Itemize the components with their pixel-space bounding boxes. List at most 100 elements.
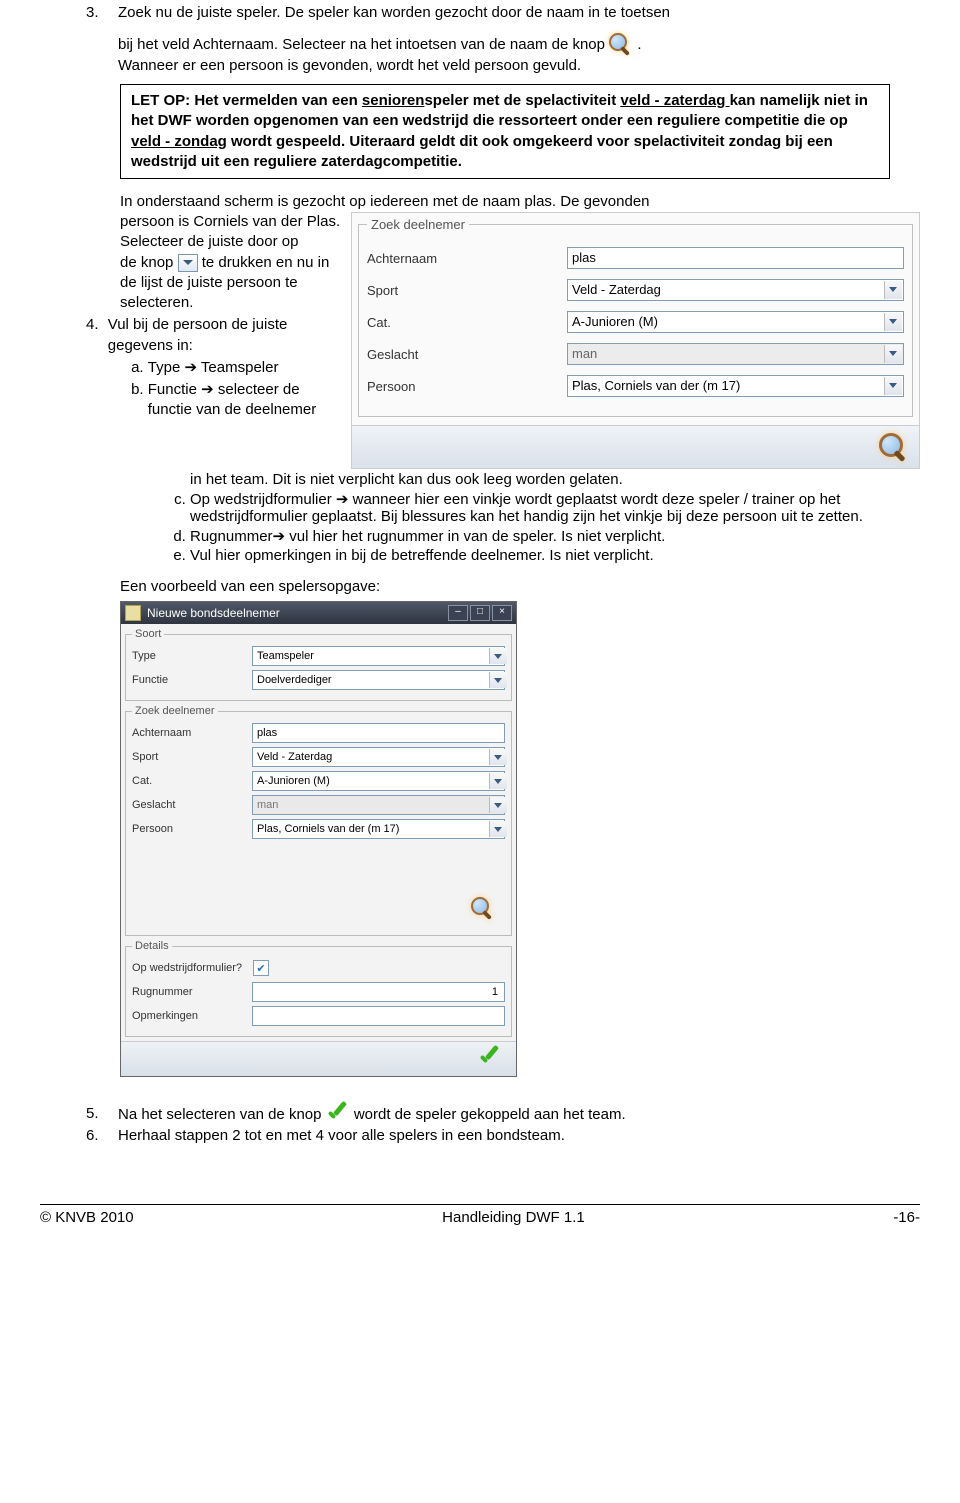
sport-label: Sport bbox=[367, 283, 567, 298]
warn-zaterdag: veld - zaterdag bbox=[620, 92, 729, 109]
warn-t2d: wordt gespeeld. Uiteraard geldt dit ook … bbox=[131, 133, 833, 170]
step3-line3: Wanneer er een persoon is gevonden, word… bbox=[118, 57, 581, 74]
step4-b-label: Functie bbox=[148, 381, 201, 398]
warn-zondag: veld - zondag bbox=[131, 133, 227, 150]
chevron-down-icon bbox=[489, 821, 507, 837]
achternaam-input[interactable]: plas bbox=[567, 247, 904, 269]
sport-select[interactable]: Veld - Zaterdag bbox=[567, 279, 904, 301]
step4-d-label: Rugnummer bbox=[190, 528, 273, 545]
rug-label: Rugnummer bbox=[132, 986, 252, 998]
w-achternaam-value: plas bbox=[257, 727, 277, 739]
confirm-check-icon bbox=[326, 1105, 350, 1125]
footer-right: -16- bbox=[893, 1209, 920, 1226]
functie-label: Functie bbox=[132, 674, 252, 686]
right-arrow-icon: ➔ bbox=[273, 528, 286, 545]
persoon-select[interactable]: Plas, Corniels van der (m 17) bbox=[567, 375, 904, 397]
geslacht-value: man bbox=[572, 344, 597, 364]
warn-senioren: senioren bbox=[362, 92, 425, 109]
step4-d-val: vul hier het rugnummer in van de speler.… bbox=[285, 528, 665, 545]
zoek-deelnemer-fieldset: Zoek deelnemer Achternaam plas Sport Vel… bbox=[125, 705, 512, 936]
geslacht-label: Geslacht bbox=[367, 347, 567, 362]
step4-b: Functie ➔ selecteer de functie van de de… bbox=[148, 380, 341, 421]
step4-a-label: Type bbox=[148, 359, 185, 376]
cat-value: A-Junioren (M) bbox=[572, 312, 658, 332]
step4-c: Op wedstrijdformulier ➔ wanneer hier een… bbox=[190, 490, 920, 525]
chevron-down-icon bbox=[489, 749, 507, 765]
warning-note-box: LET OP: Het vermelden van een seniorensp… bbox=[120, 84, 890, 179]
window-app-icon bbox=[125, 605, 141, 621]
opwed-checkbox[interactable]: ✔ bbox=[253, 960, 269, 976]
search-icon[interactable] bbox=[879, 433, 907, 461]
details-legend: Details bbox=[132, 940, 172, 952]
confirm-check-icon[interactable] bbox=[478, 1049, 502, 1069]
footer-left: © KNVB 2010 bbox=[40, 1209, 134, 1226]
cat-select[interactable]: A-Junioren (M) bbox=[567, 311, 904, 333]
step3-line1: Zoek nu de juiste speler. De speler kan … bbox=[118, 4, 670, 21]
w-geslacht-label: Geslacht bbox=[132, 799, 252, 811]
zoek-deelnemer-panel: Zoek deelnemer Achternaam plas Sport Vel… bbox=[351, 212, 920, 469]
warn-t1a: LET OP: Het vermelden van een bbox=[131, 92, 362, 109]
functie-select[interactable]: Doelverdediger bbox=[252, 670, 505, 690]
leftcol-a: persoon is Corniels van der Plas. bbox=[120, 213, 340, 230]
list-number-4: 4. bbox=[86, 315, 108, 422]
persoon-label: Persoon bbox=[367, 379, 567, 394]
search-icon[interactable] bbox=[471, 897, 495, 921]
step4-a-val: Teamspeler bbox=[197, 359, 278, 376]
w-cat-value: A-Junioren (M) bbox=[257, 775, 330, 787]
geslacht-select[interactable]: man bbox=[567, 343, 904, 365]
step3-line2a: bij het veld Achternaam. Selecteer na he… bbox=[118, 36, 609, 53]
chevron-down-icon bbox=[884, 377, 902, 395]
right-arrow-icon: ➔ bbox=[184, 359, 197, 376]
w-persoon-value: Plas, Corniels van der (m 17) bbox=[257, 823, 399, 835]
opm-label: Opmerkingen bbox=[132, 1010, 252, 1022]
list-number-5: 5. bbox=[86, 1105, 118, 1125]
chevron-down-icon bbox=[884, 313, 902, 331]
window-minimize-button[interactable]: – bbox=[448, 605, 468, 621]
magnifier-icon bbox=[609, 33, 633, 57]
w-cat-label: Cat. bbox=[132, 775, 252, 787]
w-cat-select[interactable]: A-Junioren (M) bbox=[252, 771, 505, 791]
w-sport-select[interactable]: Veld - Zaterdag bbox=[252, 747, 505, 767]
right-arrow-icon: ➔ bbox=[336, 491, 349, 508]
achternaam-value: plas bbox=[572, 248, 596, 268]
footer-mid: Handleiding DWF 1.1 bbox=[442, 1209, 585, 1226]
intro-gevonden: In onderstaand scherm is gezocht op iede… bbox=[120, 193, 920, 210]
opm-input[interactable] bbox=[252, 1006, 505, 1026]
opwed-label: Op wedstrijdformulier? bbox=[132, 962, 252, 974]
chevron-down-icon bbox=[489, 648, 507, 664]
w-geslacht-select[interactable]: man bbox=[252, 795, 505, 815]
list-number-3: 3. bbox=[86, 4, 118, 74]
step3-line2b: . bbox=[637, 36, 641, 53]
warn-t1c: speler met de spelactiviteit bbox=[424, 92, 616, 109]
soort-fieldset: Soort Type Teamspeler Functie Doelverded… bbox=[125, 628, 512, 701]
chevron-down-icon bbox=[884, 281, 902, 299]
w-achternaam-input[interactable]: plas bbox=[252, 723, 505, 743]
w-geslacht-value: man bbox=[257, 799, 278, 811]
rug-input[interactable]: 1 bbox=[252, 982, 505, 1002]
step4-c-label: Op wedstrijdformulier bbox=[190, 491, 336, 508]
step4-b-cont: in het team. Dit is niet verplicht kan d… bbox=[190, 471, 623, 488]
details-fieldset: Details Op wedstrijdformulier? ✔ Rugnumm… bbox=[125, 940, 512, 1037]
zoek-legend: Zoek deelnemer bbox=[367, 217, 469, 232]
window-close-button[interactable]: × bbox=[492, 605, 512, 621]
w-persoon-label: Persoon bbox=[132, 823, 252, 835]
leftcol-c1: de knop bbox=[120, 254, 178, 271]
leftcol-b: Selecteer de juiste door op bbox=[120, 233, 298, 250]
w-persoon-select[interactable]: Plas, Corniels van der (m 17) bbox=[252, 819, 505, 839]
type-select[interactable]: Teamspeler bbox=[252, 646, 505, 666]
right-arrow-icon: ➔ bbox=[201, 381, 214, 398]
w-achternaam-label: Achternaam bbox=[132, 727, 252, 739]
chevron-down-icon bbox=[884, 345, 902, 363]
persoon-value: Plas, Corniels van der (m 17) bbox=[572, 376, 740, 396]
window-titlebar: Nieuwe bondsdeelnemer – □ × bbox=[121, 602, 516, 624]
example-label: Een voorbeeld van een spelersopgave: bbox=[120, 578, 920, 595]
window-maximize-button[interactable]: □ bbox=[470, 605, 490, 621]
w-sport-label: Sport bbox=[132, 751, 252, 763]
zoek-fieldset: Zoek deelnemer Achternaam plas Sport Vel… bbox=[358, 217, 913, 417]
step4-e: Vul hier opmerkingen in bij de betreffen… bbox=[190, 547, 920, 564]
step4-d: Rugnummer➔ vul hier het rugnummer in van… bbox=[190, 527, 920, 545]
type-value: Teamspeler bbox=[257, 650, 314, 662]
step4-a: Type ➔ Teamspeler bbox=[148, 358, 341, 378]
step6-text: Herhaal stappen 2 tot en met 4 voor alle… bbox=[118, 1127, 565, 1144]
list-number-6: 6. bbox=[86, 1127, 118, 1144]
